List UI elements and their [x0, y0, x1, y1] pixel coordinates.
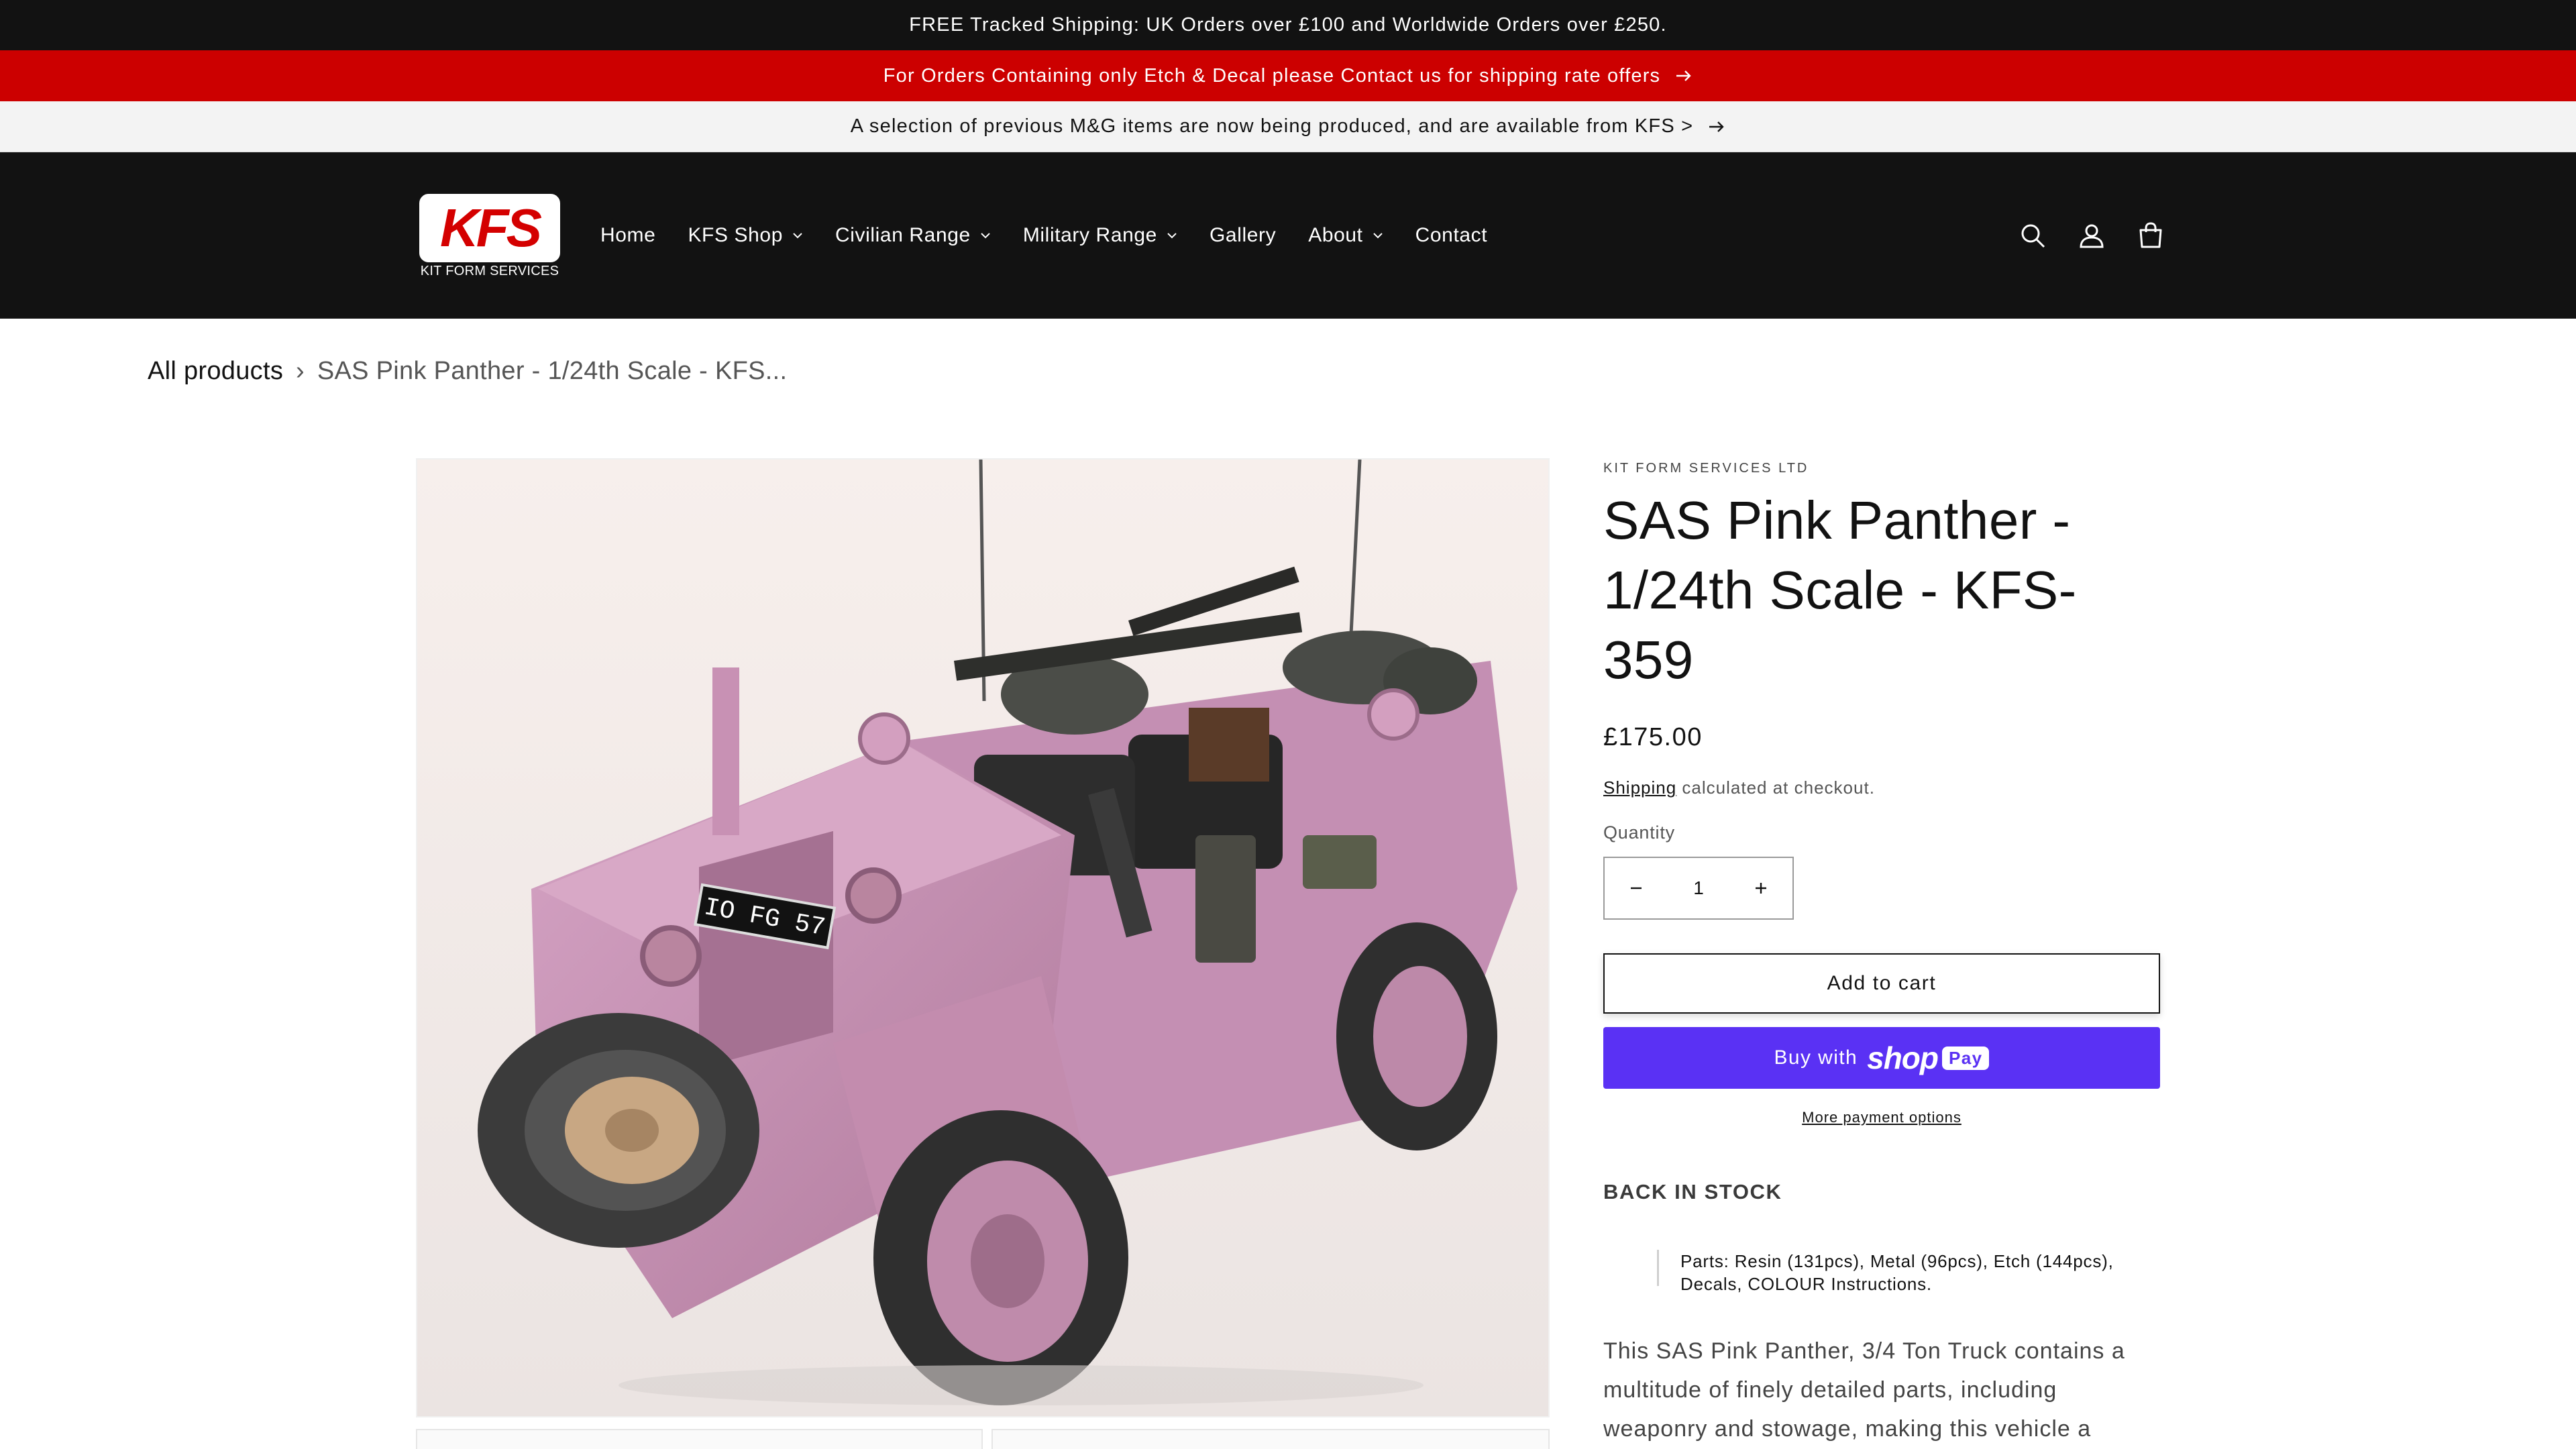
nav-contact-label: Contact — [1415, 224, 1488, 246]
product-info: KIT FORM SERVICES LTD SAS Pink Panther -… — [1603, 458, 2160, 1449]
parts-divider — [1657, 1250, 1659, 1286]
add-to-cart-label: Add to cart — [1827, 972, 1937, 994]
chevron-down-icon — [1373, 232, 1383, 239]
nav-civilian-range-label: Civilian Range — [835, 224, 971, 246]
breadcrumb-all-products[interactable]: All products — [148, 357, 283, 385]
nav-civilian-range[interactable]: Civilian Range — [835, 224, 991, 247]
product-description: This SAS Pink Panther, 3/4 Ton Truck con… — [1603, 1338, 2125, 1442]
search-icon[interactable] — [2018, 221, 2047, 250]
nav-about[interactable]: About — [1308, 224, 1383, 247]
quantity-input[interactable]: 1 — [1668, 877, 1729, 899]
nav-kfs-shop[interactable]: KFS Shop — [688, 224, 803, 247]
buy-with-label: Buy with — [1774, 1046, 1858, 1069]
pink-panther-vehicle-image: IO FG 57 — [417, 460, 1548, 1416]
chevron-down-icon — [980, 232, 991, 239]
breadcrumb: All products › SAS Pink Panther - 1/24th… — [148, 357, 787, 386]
shipping-note-text: calculated at checkout. — [1676, 777, 1875, 798]
main-nav: Home KFS Shop Civilian Range Military Ra… — [600, 152, 1519, 319]
thumbnail[interactable] — [416, 1429, 983, 1449]
announcement-shipping: FREE Tracked Shipping: UK Orders over £1… — [0, 0, 2576, 50]
product-image[interactable]: IO FG 57 — [416, 458, 1550, 1417]
add-to-cart-button[interactable]: Add to cart — [1603, 953, 2160, 1014]
logo-text: KFS — [440, 198, 542, 258]
arrow-right-icon — [1708, 120, 1725, 133]
nav-military-range-label: Military Range — [1022, 224, 1157, 246]
nav-military-range[interactable]: Military Range — [1023, 224, 1177, 247]
nav-gallery[interactable]: Gallery — [1210, 224, 1276, 247]
announcement-etch-decal-text[interactable]: For Orders Containing only Etch & Decal … — [883, 65, 1661, 87]
plus-icon — [1756, 883, 1766, 894]
nav-gallery-label: Gallery — [1209, 224, 1277, 246]
product-vendor: KIT FORM SERVICES LTD — [1603, 461, 1809, 476]
nav-home-label: Home — [600, 224, 656, 246]
breadcrumb-current: SAS Pink Panther - 1/24th Scale - KFS... — [317, 357, 788, 385]
buy-with-shop-pay-button[interactable]: Buy with shop Pay — [1603, 1027, 2160, 1089]
quantity-increase-button[interactable] — [1729, 858, 1792, 918]
arrow-right-icon — [1675, 69, 1693, 83]
nav-about-label: About — [1308, 224, 1363, 246]
cart-icon[interactable] — [2136, 221, 2165, 250]
nav-kfs-shop-label: KFS Shop — [688, 224, 783, 246]
site-header: KFS KIT FORM SERVICES Home KFS Shop Civi… — [0, 152, 2576, 319]
nav-contact[interactable]: Contact — [1415, 224, 1488, 247]
account-icon[interactable] — [2077, 221, 2106, 250]
product-price: £175.00 — [1603, 723, 1703, 751]
chevron-down-icon — [1167, 232, 1177, 239]
announcement-mg-items-text[interactable]: A selection of previous M&G items are no… — [851, 115, 1694, 138]
announcement-shipping-text: FREE Tracked Shipping: UK Orders over £1… — [909, 14, 1667, 36]
nav-home[interactable]: Home — [600, 224, 655, 247]
stock-status: BACK IN STOCK — [1603, 1180, 1782, 1203]
parts-text: Parts: Resin (131pcs), Metal (96pcs), Et… — [1680, 1251, 2114, 1294]
announcement-etch-decal[interactable]: For Orders Containing only Etch & Decal … — [0, 50, 2576, 101]
shipping-note: Shipping calculated at checkout. — [1603, 777, 2160, 798]
shipping-link[interactable]: Shipping — [1603, 777, 1676, 798]
minus-icon — [1631, 887, 1642, 890]
logo-subtitle: KIT FORM SERVICES — [420, 264, 559, 278]
site-logo[interactable]: KFS KIT FORM SERVICES — [419, 194, 560, 281]
shop-logo: shop — [1867, 1040, 1939, 1075]
thumbnail[interactable] — [991, 1429, 1550, 1449]
quantity-label: Quantity — [1603, 822, 1675, 843]
pay-badge: Pay — [1942, 1046, 1990, 1070]
thumbnail-strip — [416, 1429, 1550, 1449]
announcement-mg-items[interactable]: A selection of previous M&G items are no… — [0, 101, 2576, 152]
header-actions — [1988, 152, 2165, 319]
logo-badge: KFS — [419, 194, 560, 262]
product-title: SAS Pink Panther - 1/24th Scale - KFS-35… — [1603, 490, 2077, 690]
breadcrumb-separator: › — [296, 357, 305, 385]
chevron-down-icon — [792, 232, 803, 239]
parts-list: Parts: Resin (131pcs), Metal (96pcs), Et… — [1603, 1250, 2160, 1295]
quantity-decrease-button[interactable] — [1605, 858, 1668, 918]
quantity-stepper: 1 — [1603, 857, 1794, 920]
more-payment-options-link[interactable]: More payment options — [1603, 1109, 2160, 1126]
